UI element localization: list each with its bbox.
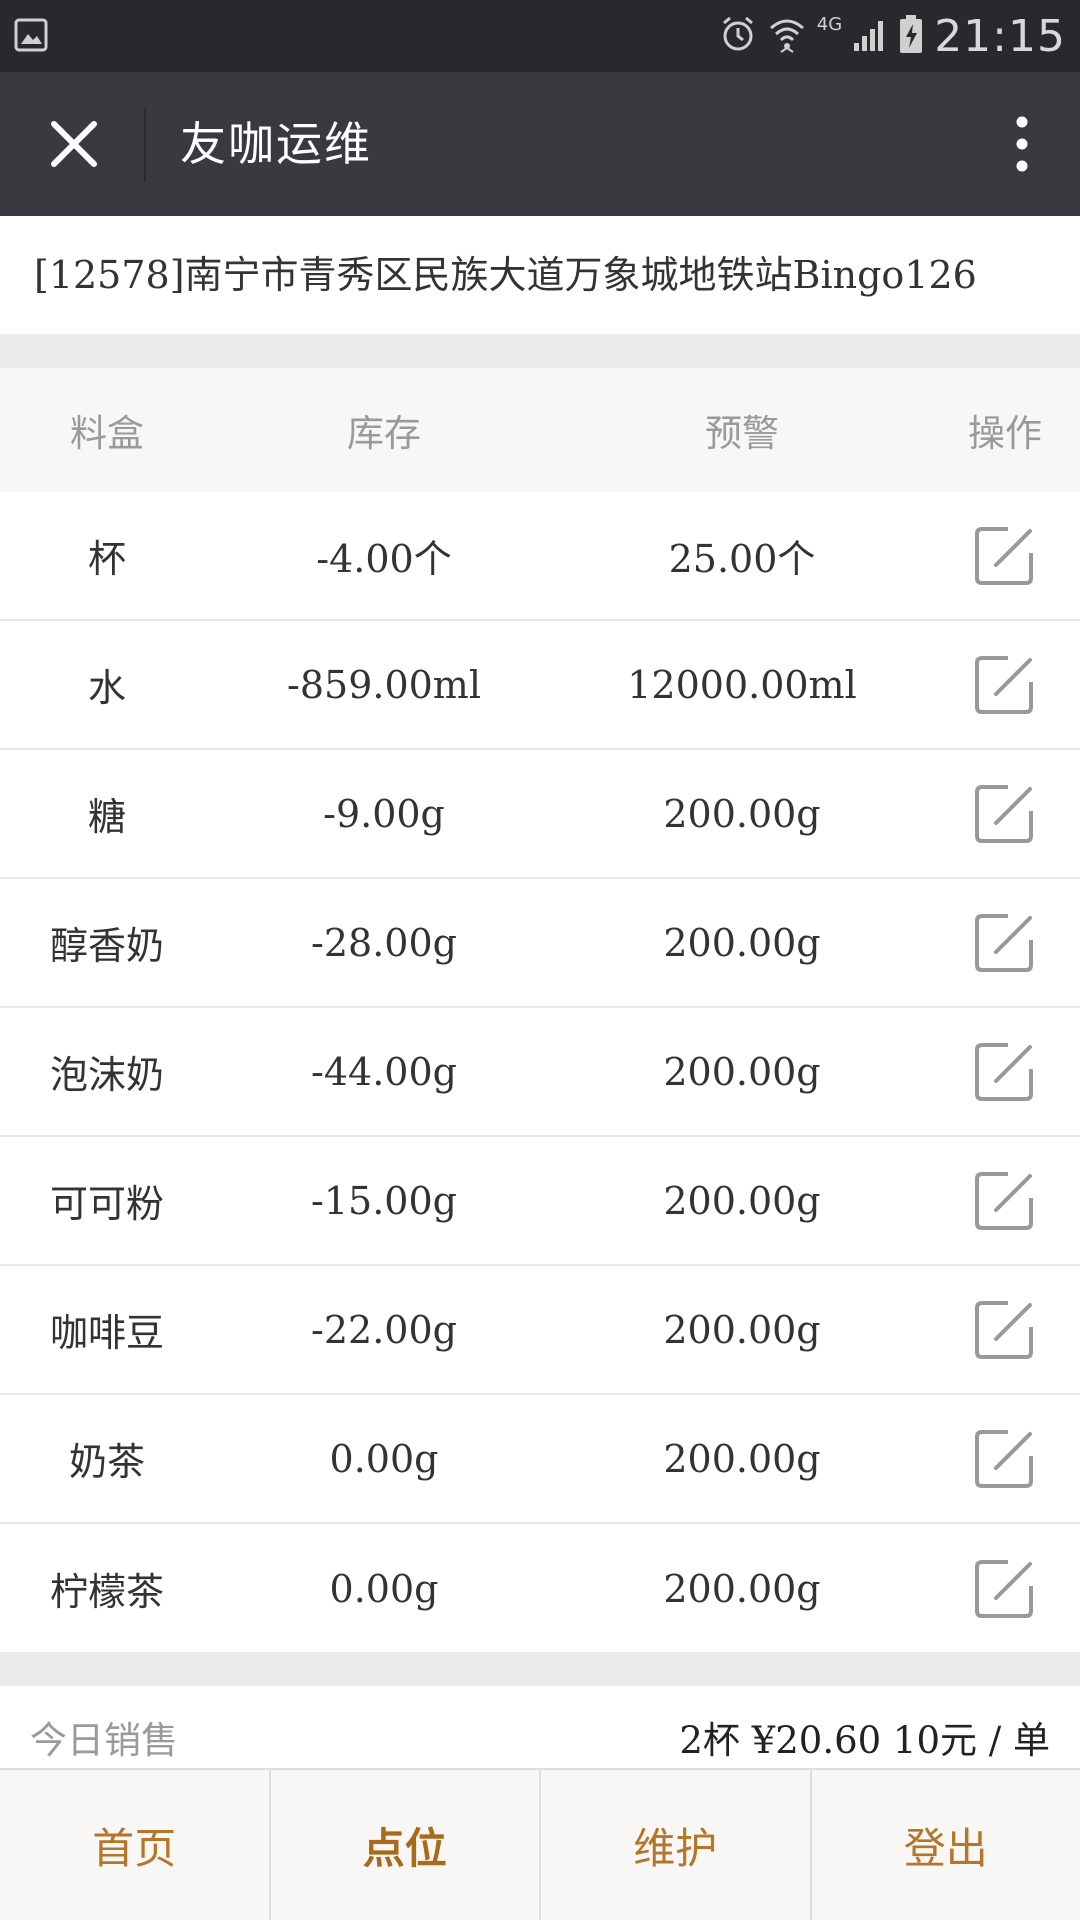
table-row: 泡沫奶 -44.00g 200.00g — [0, 1008, 1080, 1137]
clock: 21:15 — [934, 10, 1066, 62]
table-row: 可可粉 -15.00g 200.00g — [0, 1137, 1080, 1266]
gallery-notification-icon — [14, 16, 48, 54]
close-button[interactable] — [38, 108, 110, 180]
warning-value: 200.00g — [663, 1178, 821, 1223]
close-icon — [51, 121, 97, 167]
nav-maintenance[interactable]: 维护 — [541, 1770, 812, 1920]
table-row: 奶茶 0.00g 200.00g — [0, 1395, 1080, 1524]
more-menu-button[interactable] — [992, 108, 1052, 180]
material-name: 泡沫奶 — [49, 1053, 164, 1097]
status-bar: 4G 21:15 — [0, 0, 1080, 72]
edit-icon — [975, 526, 1033, 585]
wifi-icon — [767, 14, 807, 58]
edit-button[interactable] — [930, 621, 1080, 748]
section-divider — [0, 334, 1080, 368]
edit-button[interactable] — [930, 879, 1080, 1006]
stock-value: -859.00ml — [287, 662, 481, 707]
material-name: 糖 — [87, 795, 126, 839]
edit-icon — [975, 1559, 1033, 1618]
material-name: 柠檬茶 — [49, 1570, 164, 1614]
page-title: 友咖运维 — [180, 117, 372, 171]
edit-button[interactable] — [930, 1524, 1080, 1653]
edit-button[interactable] — [930, 1266, 1080, 1393]
location-header: [12578]南宁市青秀区民族大道万象城地铁站Bingo126 — [0, 216, 1080, 334]
stock-value: -44.00g — [311, 1049, 457, 1094]
alarm-icon — [719, 14, 757, 58]
warning-value: 25.00个 — [668, 537, 816, 581]
edit-button[interactable] — [930, 1137, 1080, 1264]
bottom-nav: 首页 点位 维护 登出 — [0, 1768, 1080, 1920]
stock-value: -4.00个 — [316, 537, 452, 581]
table-row: 杯 -4.00个 25.00个 — [0, 492, 1080, 621]
inventory-table: 杯 -4.00个 25.00个 水 -859.00ml 12000.00ml 糖… — [0, 492, 1080, 1653]
stock-value: 0.00g — [329, 1566, 439, 1611]
edit-button[interactable] — [930, 750, 1080, 877]
more-vertical-icon — [1016, 116, 1028, 172]
stock-value: -22.00g — [311, 1307, 457, 1352]
material-name: 醇香奶 — [49, 924, 164, 968]
warning-value: 200.00g — [663, 1049, 821, 1094]
title-divider — [144, 108, 146, 182]
nav-home[interactable]: 首页 — [0, 1770, 271, 1920]
material-name: 咖啡豆 — [49, 1311, 164, 1355]
edit-icon — [975, 1171, 1033, 1230]
table-row: 醇香奶 -28.00g 200.00g — [0, 879, 1080, 1008]
stock-value: -9.00g — [323, 791, 445, 836]
signal-icon — [852, 15, 888, 57]
header-stock: 库存 — [347, 412, 421, 455]
stock-value: -15.00g — [311, 1178, 457, 1223]
sales-summary: 今日销售 2杯 ¥20.60 10元 / 单 — [0, 1686, 1080, 1768]
header-warning: 预警 — [705, 412, 779, 455]
header-action: 操作 — [968, 412, 1042, 455]
warning-value: 200.00g — [663, 791, 821, 836]
title-bar: 友咖运维 — [0, 72, 1080, 216]
edit-icon — [975, 655, 1033, 714]
network-type: 4G — [816, 14, 843, 35]
material-name: 水 — [87, 666, 126, 710]
edit-button[interactable] — [930, 1008, 1080, 1135]
warning-value: 200.00g — [663, 1566, 821, 1611]
battery-charging-icon — [898, 14, 924, 58]
warning-value: 200.00g — [663, 920, 821, 965]
table-row: 咖啡豆 -22.00g 200.00g — [0, 1266, 1080, 1395]
edit-icon — [975, 1042, 1033, 1101]
table-row: 糖 -9.00g 200.00g — [0, 750, 1080, 879]
warning-value: 200.00g — [663, 1307, 821, 1352]
header-material-box: 料盒 — [70, 412, 144, 455]
nav-logout[interactable]: 登出 — [812, 1770, 1080, 1920]
edit-icon — [975, 913, 1033, 972]
section-divider — [0, 1652, 1080, 1686]
material-name: 奶茶 — [68, 1440, 145, 1484]
table-row: 柠檬茶 0.00g 200.00g — [0, 1524, 1080, 1653]
page: 4G 21:15 友咖运维 [12578]南宁市青秀区民族大道万象城地铁站Bin… — [0, 0, 1080, 1920]
stock-value: -28.00g — [311, 920, 457, 965]
material-name: 可可粉 — [49, 1182, 164, 1226]
edit-icon — [975, 784, 1033, 843]
table-header: 料盒 库存 预警 操作 — [0, 368, 1080, 492]
warning-value: 12000.00ml — [627, 662, 857, 707]
table-row: 水 -859.00ml 12000.00ml — [0, 621, 1080, 750]
edit-icon — [975, 1300, 1033, 1359]
edit-button[interactable] — [930, 492, 1080, 619]
edit-icon — [975, 1429, 1033, 1488]
warning-value: 200.00g — [663, 1436, 821, 1481]
stock-value: 0.00g — [329, 1436, 439, 1481]
nav-locations[interactable]: 点位 — [271, 1770, 541, 1920]
edit-button[interactable] — [930, 1395, 1080, 1522]
material-name: 杯 — [87, 537, 126, 581]
